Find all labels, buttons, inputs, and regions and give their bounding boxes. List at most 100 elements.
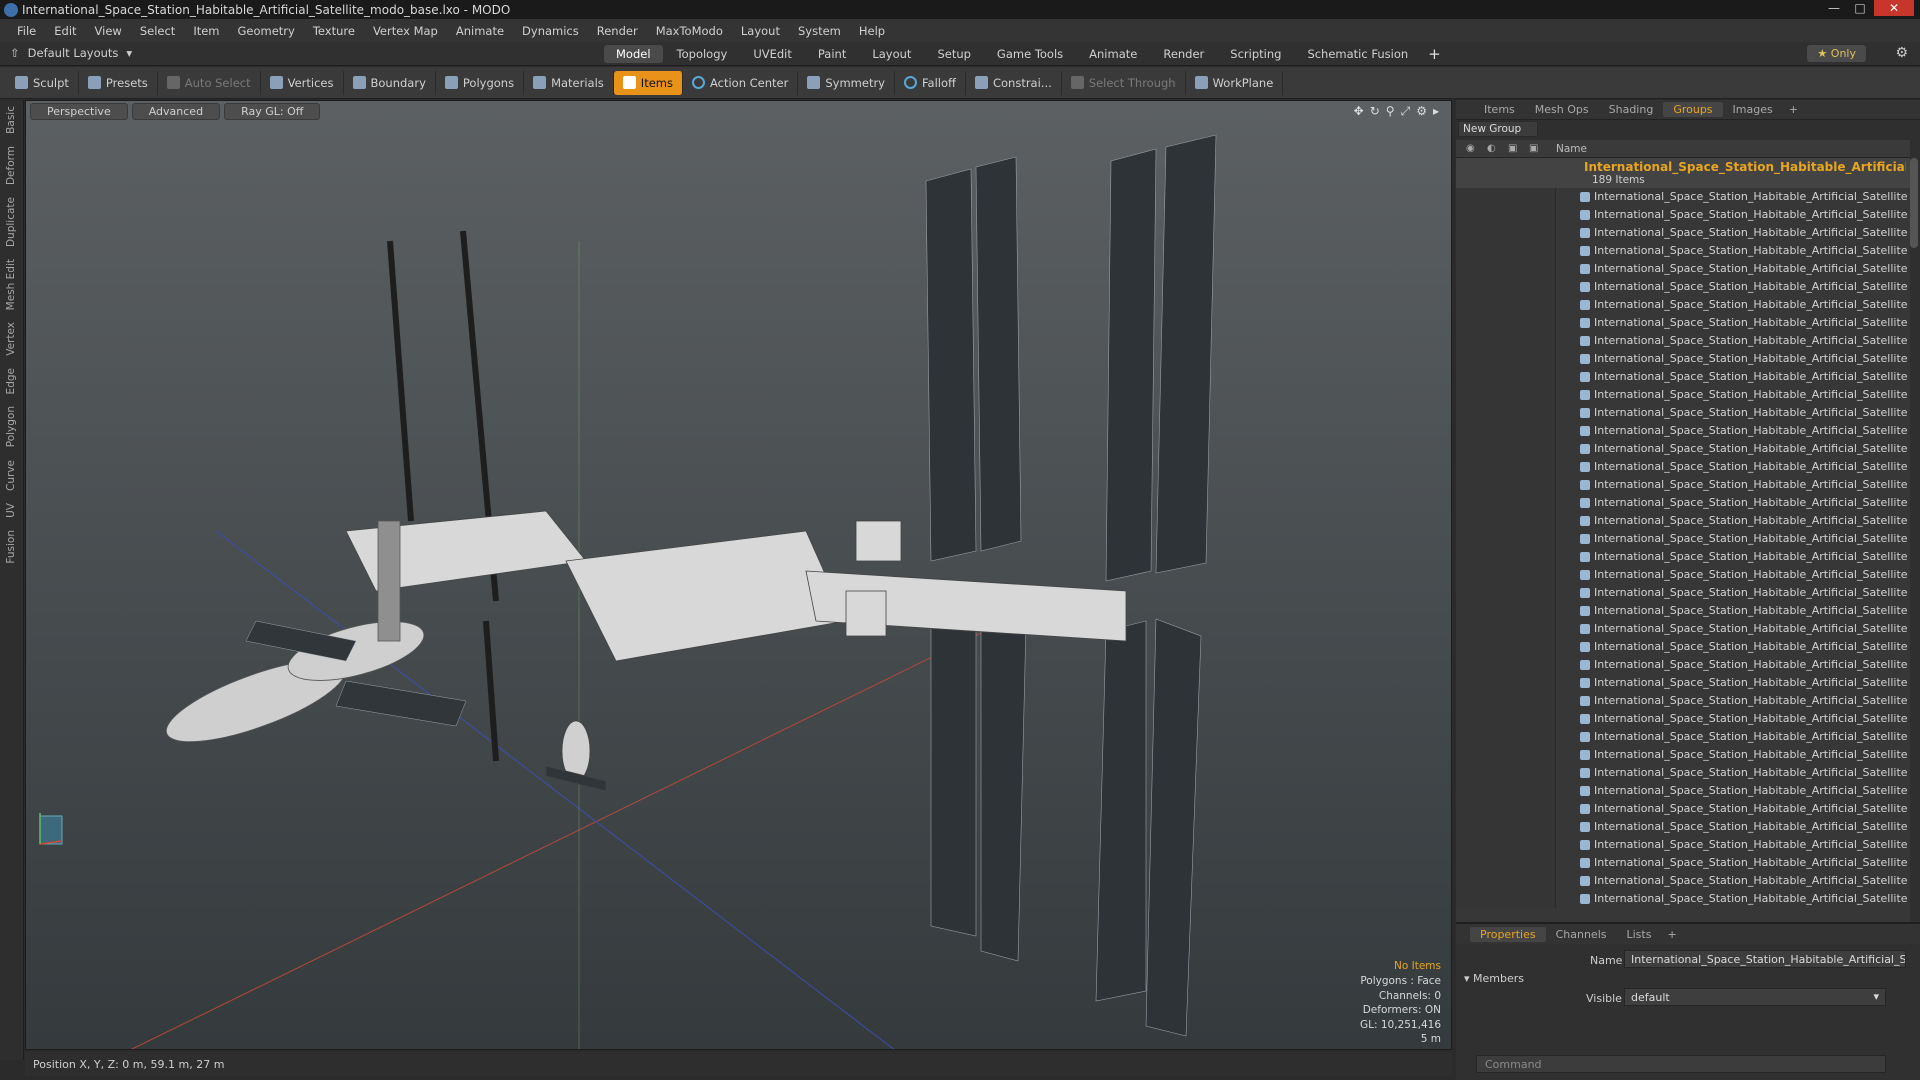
list-item[interactable]: International_Space_Station_Habitable_Ar… xyxy=(1456,800,1910,818)
items-button[interactable]: Items xyxy=(613,70,683,95)
left-tab-vertex[interactable]: Vertex xyxy=(0,316,22,362)
list-item[interactable]: International_Space_Station_Habitable_Ar… xyxy=(1456,494,1910,512)
menu-texture[interactable]: Texture xyxy=(304,24,364,38)
list-item[interactable]: International_Space_Station_Habitable_Ar… xyxy=(1456,512,1910,530)
tab-shading[interactable]: Shading xyxy=(1599,102,1664,117)
tab-model[interactable]: Model xyxy=(604,45,663,63)
list-item[interactable]: International_Space_Station_Habitable_Ar… xyxy=(1456,224,1910,242)
list-item[interactable]: International_Space_Station_Habitable_Ar… xyxy=(1456,458,1910,476)
menu-render[interactable]: Render xyxy=(588,24,647,38)
list-item[interactable]: International_Space_Station_Habitable_Ar… xyxy=(1456,602,1910,620)
expand-arrow-icon[interactable]: ▸ xyxy=(1433,104,1439,119)
presets-button[interactable]: Presets xyxy=(79,70,158,95)
boundary-button[interactable]: Boundary xyxy=(344,70,436,95)
left-tab-mesh-edit[interactable]: Mesh Edit xyxy=(0,253,22,316)
menu-geometry[interactable]: Geometry xyxy=(229,24,304,38)
tab-mesh-ops[interactable]: Mesh Ops xyxy=(1525,102,1599,117)
list-item[interactable]: International_Space_Station_Habitable_Ar… xyxy=(1456,188,1910,206)
list-item[interactable]: International_Space_Station_Habitable_Ar… xyxy=(1456,710,1910,728)
list-item[interactable]: International_Space_Station_Habitable_Ar… xyxy=(1456,332,1910,350)
tab-game-tools[interactable]: Game Tools xyxy=(985,45,1075,63)
left-tab-edge[interactable]: Edge xyxy=(0,362,22,400)
tab-properties[interactable]: Properties xyxy=(1470,926,1546,942)
rotate-icon[interactable]: ↻ xyxy=(1370,104,1380,119)
minimize-icon[interactable]: — xyxy=(1822,0,1846,16)
tab-uvedit[interactable]: UVEdit xyxy=(741,45,804,63)
only-button[interactable]: ★ Only xyxy=(1807,45,1866,62)
new-group-button[interactable]: New Group xyxy=(1458,121,1538,137)
list-item[interactable]: International_Space_Station_Habitable_Ar… xyxy=(1456,368,1910,386)
list-item[interactable]: International_Space_Station_Habitable_Ar… xyxy=(1456,548,1910,566)
list-item[interactable]: International_Space_Station_Habitable_Ar… xyxy=(1456,422,1910,440)
list-item[interactable]: International_Space_Station_Habitable_Ar… xyxy=(1456,242,1910,260)
vertices-button[interactable]: Vertices xyxy=(261,70,344,95)
list-item[interactable]: International_Space_Station_Habitable_Ar… xyxy=(1456,764,1910,782)
list-item[interactable]: International_Space_Station_Habitable_Ar… xyxy=(1456,638,1910,656)
sculpt-button[interactable]: Sculpt xyxy=(6,70,79,95)
menu-edit[interactable]: Edit xyxy=(45,24,85,38)
list-item[interactable]: International_Space_Station_Habitable_Ar… xyxy=(1456,746,1910,764)
list-item[interactable]: International_Space_Station_Habitable_Ar… xyxy=(1456,692,1910,710)
tab-layout[interactable]: Layout xyxy=(860,45,923,63)
command-input[interactable]: Command xyxy=(1476,1055,1886,1073)
left-tab-deform[interactable]: Deform xyxy=(0,140,22,191)
group-row[interactable]: International_Space_Station_Habitable_Ar… xyxy=(1456,158,1910,188)
auto-select-button[interactable]: Auto Select xyxy=(158,70,261,95)
menu-item[interactable]: Item xyxy=(184,24,228,38)
list-item[interactable]: International_Space_Station_Habitable_Ar… xyxy=(1456,566,1910,584)
menu-layout[interactable]: Layout xyxy=(732,24,789,38)
list-item[interactable]: International_Space_Station_Habitable_Ar… xyxy=(1456,530,1910,548)
menu-maxtomodo[interactable]: MaxToModo xyxy=(647,24,732,38)
fit-icon[interactable]: ⤢ xyxy=(1401,104,1411,119)
visible-dropdown[interactable]: default ▾ xyxy=(1624,988,1886,1006)
render-icon[interactable]: ◐ xyxy=(1487,143,1499,155)
menu-dynamics[interactable]: Dynamics xyxy=(513,24,588,38)
tab-lists[interactable]: Lists xyxy=(1617,927,1662,942)
polygons-button[interactable]: Polygons xyxy=(436,70,525,95)
tab-channels[interactable]: Channels xyxy=(1546,927,1617,942)
list-item[interactable]: International_Space_Station_Habitable_Ar… xyxy=(1456,296,1910,314)
left-tab-curve[interactable]: Curve xyxy=(0,454,22,497)
list-item[interactable]: International_Space_Station_Habitable_Ar… xyxy=(1456,674,1910,692)
lock-icon[interactable]: ▣ xyxy=(1508,143,1520,155)
list-item[interactable]: International_Space_Station_Habitable_Ar… xyxy=(1456,206,1910,224)
gear-icon[interactable]: ⚙ xyxy=(1895,45,1908,61)
tab-animate[interactable]: Animate xyxy=(1077,45,1149,63)
list-item[interactable]: International_Space_Station_Habitable_Ar… xyxy=(1456,278,1910,296)
left-tab-basic[interactable]: Basic xyxy=(0,100,22,140)
list-item[interactable]: International_Space_Station_Habitable_Ar… xyxy=(1456,782,1910,800)
left-tab-uv[interactable]: UV xyxy=(0,497,22,524)
viewport-settings-icon[interactable]: ⚙ xyxy=(1416,104,1427,119)
select-icon[interactable]: ▣ xyxy=(1529,143,1541,155)
menu-file[interactable]: File xyxy=(8,24,45,38)
zoom-icon[interactable]: ⚲ xyxy=(1386,104,1395,119)
tab-setup[interactable]: Setup xyxy=(925,45,982,63)
menu-animate[interactable]: Animate xyxy=(447,24,513,38)
left-tab-duplicate[interactable]: Duplicate xyxy=(0,191,22,253)
list-item[interactable]: International_Space_Station_Habitable_Ar… xyxy=(1456,260,1910,278)
left-tab-polygon[interactable]: Polygon xyxy=(0,400,22,453)
menu-system[interactable]: System xyxy=(789,24,850,38)
list-item[interactable]: International_Space_Station_Habitable_Ar… xyxy=(1456,890,1910,908)
tab-topology[interactable]: Topology xyxy=(665,45,740,63)
shading-advanced-button[interactable]: Advanced xyxy=(131,102,221,120)
list-item[interactable]: International_Space_Station_Habitable_Ar… xyxy=(1456,314,1910,332)
falloff-button[interactable]: Falloff xyxy=(895,70,966,95)
list-item[interactable]: International_Space_Station_Habitable_Ar… xyxy=(1456,386,1910,404)
list-item[interactable]: International_Space_Station_Habitable_Ar… xyxy=(1456,440,1910,458)
maximize-icon[interactable]: □ xyxy=(1848,0,1872,16)
list-item[interactable]: International_Space_Station_Habitable_Ar… xyxy=(1456,872,1910,890)
visibility-eye-icon[interactable]: ◉ xyxy=(1466,143,1478,155)
list-item[interactable]: International_Space_Station_Habitable_Ar… xyxy=(1456,404,1910,422)
list-item[interactable]: International_Space_Station_Habitable_Ar… xyxy=(1456,656,1910,674)
list-item[interactable]: International_Space_Station_Habitable_Ar… xyxy=(1456,854,1910,872)
tab-schematic-fusion[interactable]: Schematic Fusion xyxy=(1295,45,1420,63)
list-item[interactable]: International_Space_Station_Habitable_Ar… xyxy=(1456,584,1910,602)
menu-view[interactable]: View xyxy=(86,24,131,38)
tab-scripting[interactable]: Scripting xyxy=(1218,45,1293,63)
list-item[interactable]: International_Space_Station_Habitable_Ar… xyxy=(1456,350,1910,368)
add-tab-icon[interactable]: + xyxy=(1422,45,1447,63)
pan-icon[interactable]: ✥ xyxy=(1354,104,1364,119)
add-panel-tab-icon[interactable]: + xyxy=(1783,103,1804,116)
tab-render[interactable]: Render xyxy=(1151,45,1216,63)
